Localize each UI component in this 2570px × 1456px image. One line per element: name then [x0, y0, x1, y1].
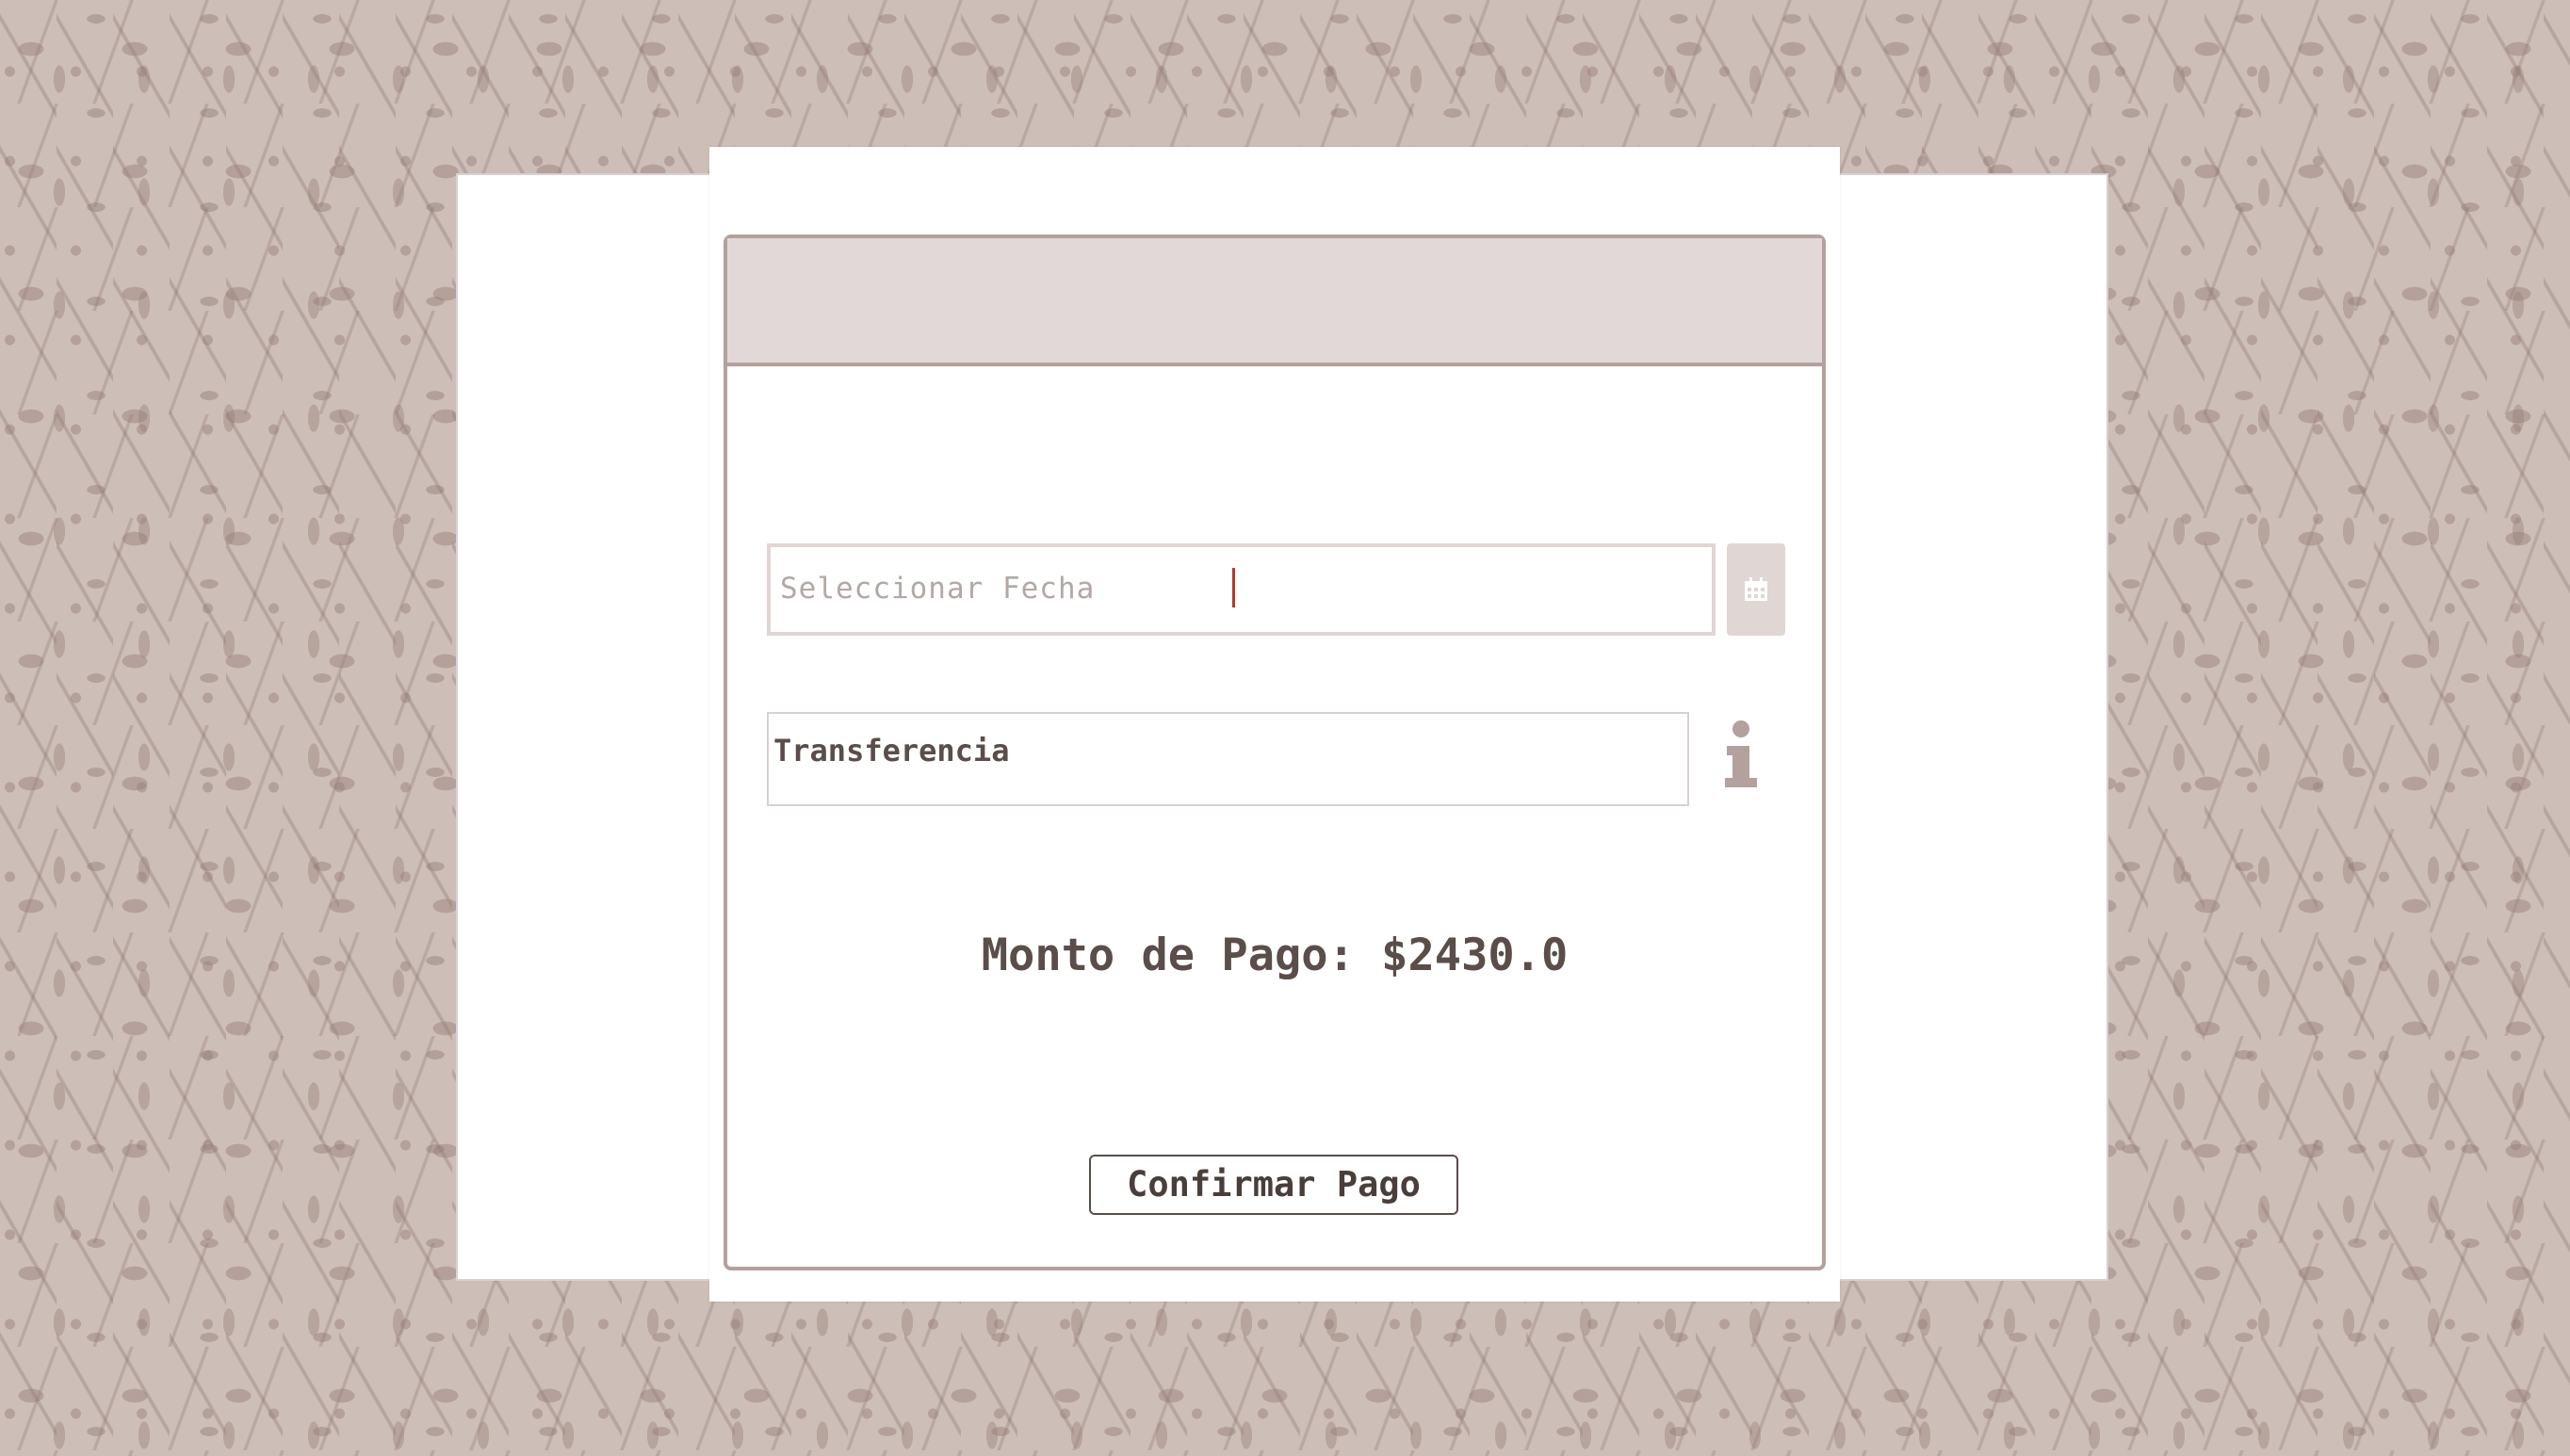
payment-modal: Seleccionar Fecha Transferencia Monto de…	[709, 147, 1840, 1302]
payment-method-field[interactable]: Transferencia	[767, 712, 1689, 806]
info-icon[interactable]	[1719, 720, 1766, 791]
payment-method-value: Transferencia	[773, 733, 1010, 768]
text-cursor	[1232, 568, 1235, 607]
confirm-payment-button[interactable]: Confirmar Pago	[1089, 1155, 1458, 1215]
calendar-button[interactable]	[1727, 543, 1785, 636]
payment-card: Seleccionar Fecha Transferencia Monto de…	[724, 235, 1826, 1270]
date-placeholder: Seleccionar Fecha	[780, 572, 1096, 606]
calendar-icon	[1745, 577, 1767, 601]
date-input[interactable]: Seleccionar Fecha	[767, 543, 1716, 636]
payment-amount: Monto de Pago: $2430.0	[981, 930, 1569, 981]
card-header	[727, 238, 1822, 366]
